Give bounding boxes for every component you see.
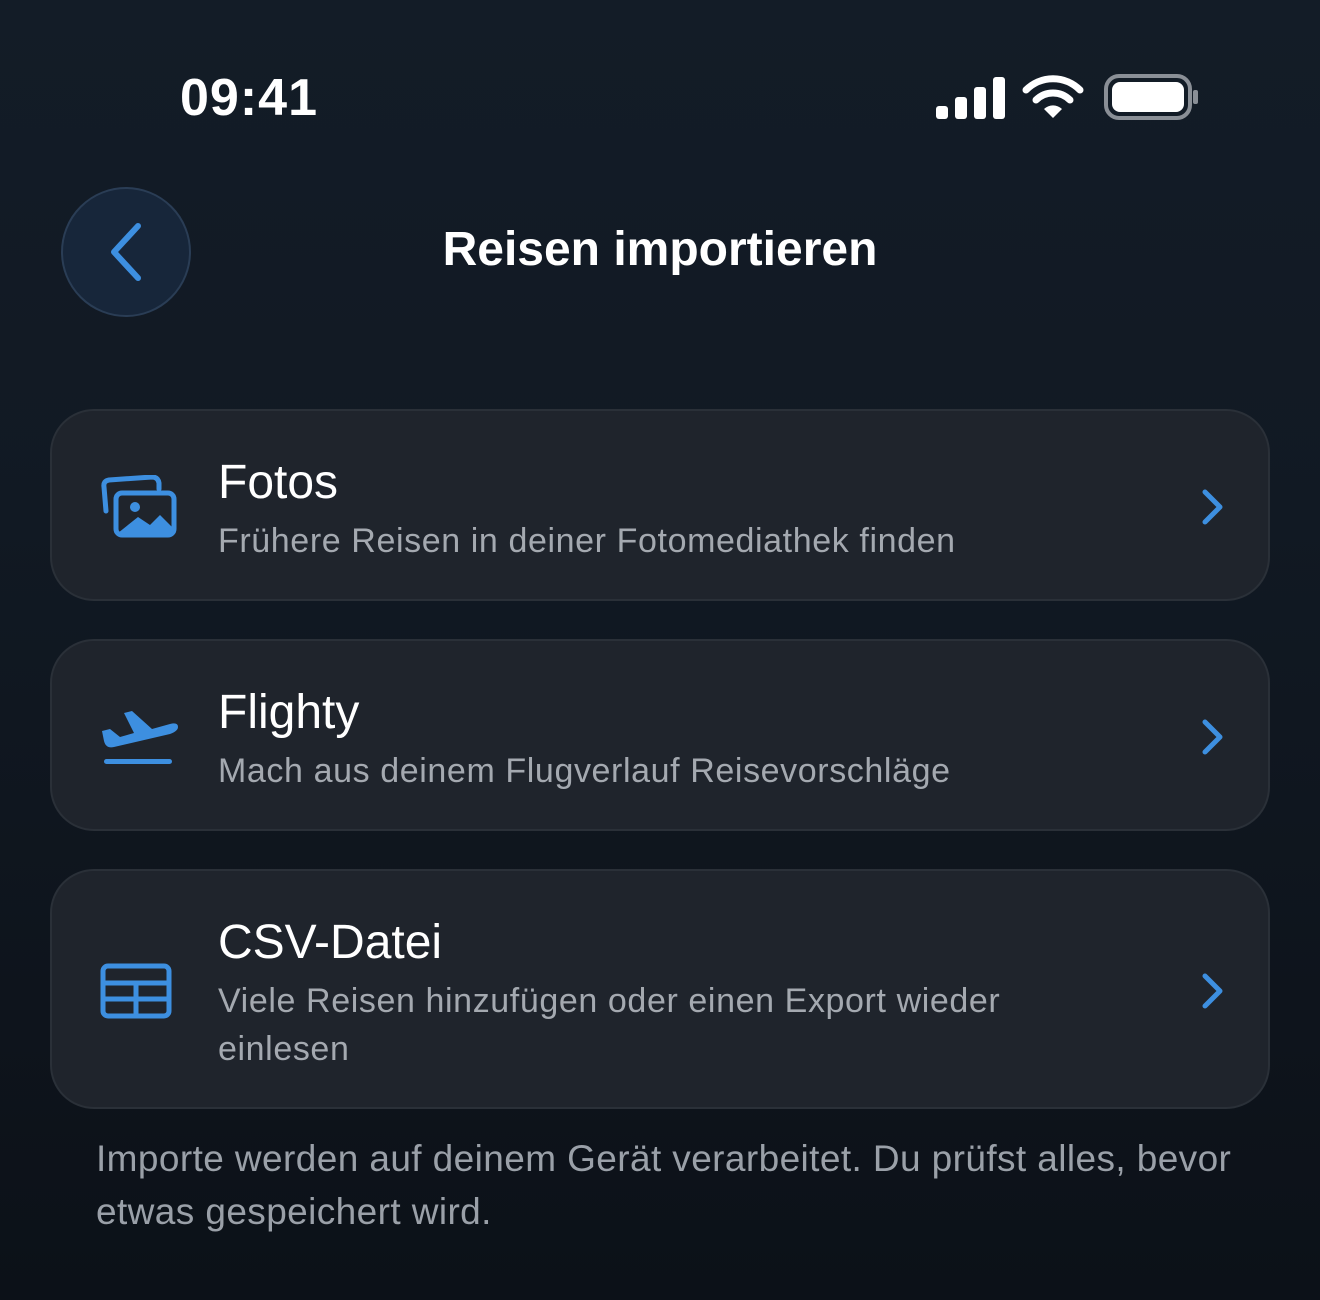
chevron-right-icon [1202,489,1223,525]
status-time: 09:41 [180,69,318,127]
option-subtitle: Mach aus deinem Flugverlauf Reisevorschl… [218,752,951,790]
battery-icon [1104,74,1198,120]
option-card-flighty[interactable]: Flighty Mach aus deinem Flugverlauf Reis… [50,639,1270,831]
option-title: CSV-Datei [218,916,443,969]
option-title: Flighty [218,686,360,739]
option-card-csv[interactable]: CSV-Datei Viele Reisen hinzufügen oder e… [50,869,1270,1109]
option-title: Fotos [218,456,339,509]
chevron-right-icon [1202,973,1223,1009]
status-bar: 09:41 [0,0,1320,150]
chevron-right-icon [1202,719,1223,755]
airplane-departure-icon [102,711,178,764]
photos-icon [101,475,177,538]
page-title: Reisen importieren [442,223,878,276]
option-subtitle: Frühere Reisen in deiner Fotomediathek f… [218,522,956,560]
wifi-icon [1022,75,1084,118]
option-card-photos[interactable]: Fotos Frühere Reisen in deiner Fotomedia… [50,409,1270,601]
table-icon [100,963,172,1019]
signal-icon [936,77,1005,119]
option-subtitle: Viele Reisen hinzufügen oder einen Expor… [218,982,1001,1068]
footer-note: Importe werden auf deinem Gerät verarbei… [96,1138,1232,1232]
